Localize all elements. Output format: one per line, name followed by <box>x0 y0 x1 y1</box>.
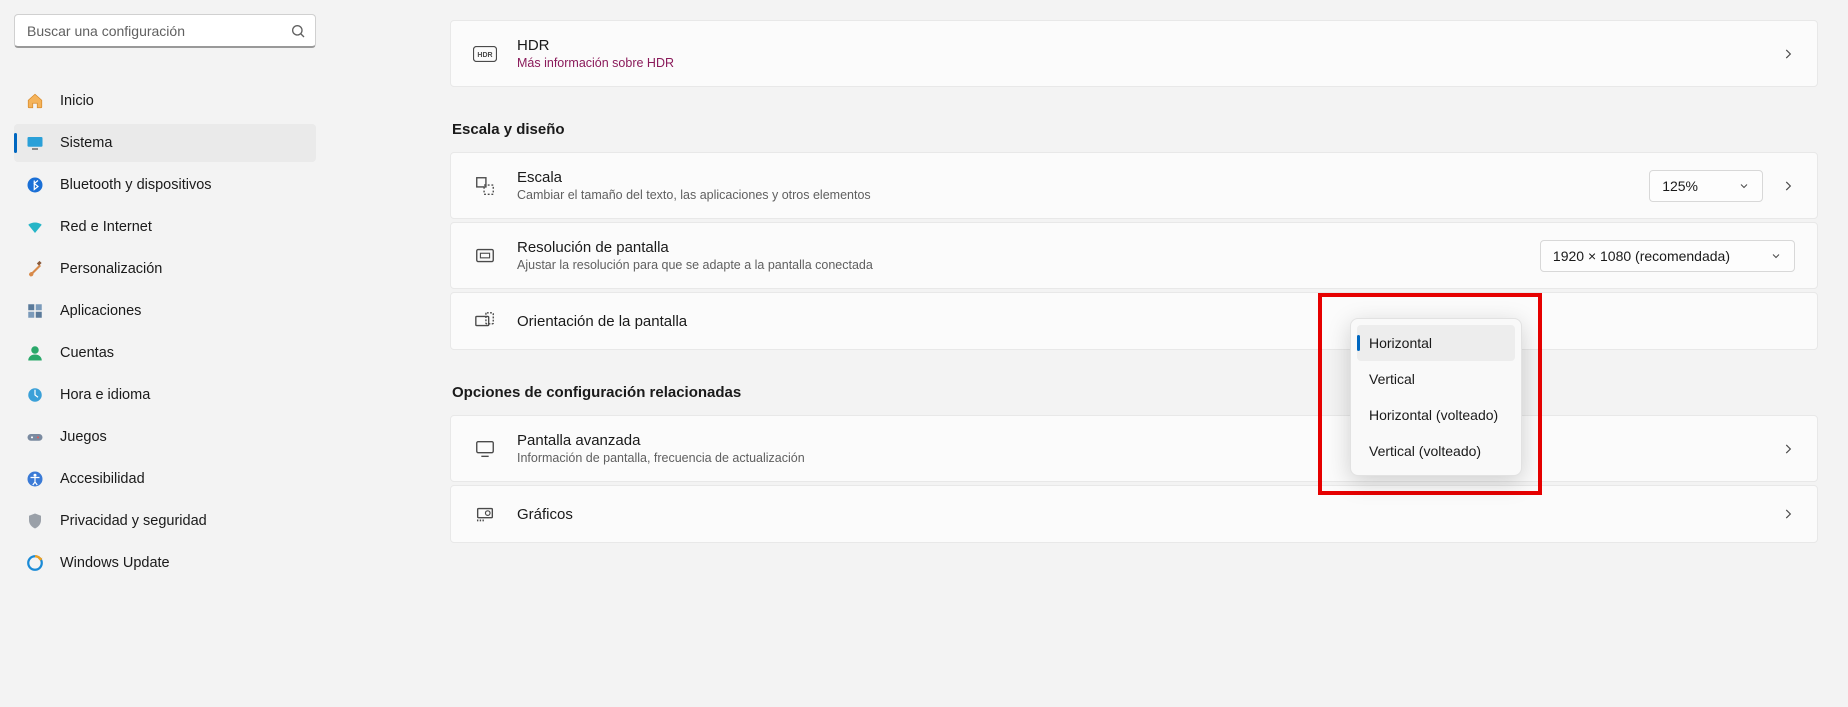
nav-label: Hora e idioma <box>60 387 150 403</box>
scale-icon <box>473 174 497 198</box>
nav-accesibilidad[interactable]: Accesibilidad <box>14 460 316 498</box>
sidebar: Inicio Sistema Bluetooth y dispositivos … <box>0 0 330 707</box>
chevron-right-icon <box>1781 179 1795 193</box>
chevron-down-icon <box>1738 180 1750 192</box>
row-title: Escala <box>517 169 1649 186</box>
nav-bluetooth[interactable]: Bluetooth y dispositivos <box>14 166 316 204</box>
resolution-select[interactable]: 1920 × 1080 (recomendada) <box>1540 240 1795 272</box>
row-title: Orientación de la pantalla <box>517 313 1795 330</box>
search-icon <box>290 23 306 39</box>
nav-label: Privacidad y seguridad <box>60 513 207 529</box>
row-title: Gráficos <box>517 506 1781 523</box>
nav-label: Juegos <box>60 429 107 445</box>
nav-personalizacion[interactable]: Personalización <box>14 250 316 288</box>
row-sub: Cambiar el tamaño del texto, las aplicac… <box>517 188 1649 202</box>
row-graphics[interactable]: Gráficos <box>450 485 1818 543</box>
chevron-right-icon <box>1781 47 1795 61</box>
scale-select[interactable]: 125% <box>1649 170 1763 202</box>
nav-hora[interactable]: Hora e idioma <box>14 376 316 414</box>
row-resolution[interactable]: Resolución de pantalla Ajustar la resolu… <box>450 222 1818 289</box>
nav-label: Aplicaciones <box>60 303 141 319</box>
nav-label: Personalización <box>60 261 162 277</box>
nav-label: Bluetooth y dispositivos <box>60 177 212 193</box>
nav-juegos[interactable]: Juegos <box>14 418 316 456</box>
brush-icon <box>26 260 44 278</box>
nav-label: Red e Internet <box>60 219 152 235</box>
row-scale[interactable]: Escala Cambiar el tamaño del texto, las … <box>450 152 1818 219</box>
apps-icon <box>26 302 44 320</box>
chevron-right-icon <box>1781 507 1795 521</box>
system-icon <box>26 134 44 152</box>
orientation-dropdown[interactable]: HorizontalVerticalHorizontal (volteado)V… <box>1350 318 1522 476</box>
resolution-icon <box>473 244 497 268</box>
row-advanced-display[interactable]: Pantalla avanzada Información de pantall… <box>450 415 1818 482</box>
orientation-option[interactable]: Vertical <box>1357 361 1515 397</box>
group-escala: Escala Cambiar el tamaño del texto, las … <box>450 152 1818 350</box>
nav-cuentas[interactable]: Cuentas <box>14 334 316 372</box>
section-related: Opciones de configuración relacionadas <box>452 384 1818 401</box>
nav-label: Sistema <box>60 135 112 151</box>
nav-sistema[interactable]: Sistema <box>14 124 316 162</box>
nav-inicio[interactable]: Inicio <box>14 82 316 120</box>
shield-icon <box>26 512 44 530</box>
gpu-icon <box>473 502 497 526</box>
wifi-icon <box>26 218 44 236</box>
nav-label: Accesibilidad <box>60 471 145 487</box>
bluetooth-icon <box>26 176 44 194</box>
row-sub: Ajustar la resolución para que se adapte… <box>517 258 1540 272</box>
row-orientation[interactable]: Orientación de la pantalla <box>450 292 1818 350</box>
section-escala: Escala y diseño <box>452 121 1818 138</box>
nav-list: Inicio Sistema Bluetooth y dispositivos … <box>14 82 316 582</box>
nav-label: Windows Update <box>60 555 170 571</box>
svg-text:HDR: HDR <box>477 52 492 59</box>
search-input[interactable] <box>14 14 316 48</box>
nav-privacidad[interactable]: Privacidad y seguridad <box>14 502 316 540</box>
nav-label: Inicio <box>60 93 94 109</box>
select-value: 125% <box>1662 178 1698 194</box>
gamepad-icon <box>26 428 44 446</box>
search-box[interactable] <box>14 14 316 48</box>
row-title: Resolución de pantalla <box>517 239 1540 256</box>
person-icon <box>26 344 44 362</box>
select-value: 1920 × 1080 (recomendada) <box>1553 248 1730 264</box>
nav-label: Cuentas <box>60 345 114 361</box>
chevron-right-icon <box>1781 442 1795 456</box>
clock-globe-icon <box>26 386 44 404</box>
row-hdr[interactable]: HDR HDR Más información sobre HDR <box>450 20 1818 87</box>
hdr-icon: HDR <box>473 42 497 66</box>
row-sub: Información de pantalla, frecuencia de a… <box>517 451 1781 465</box>
orientation-option[interactable]: Vertical (volteado) <box>1357 433 1515 469</box>
nav-windows-update[interactable]: Windows Update <box>14 544 316 582</box>
chevron-down-icon <box>1770 250 1782 262</box>
row-title: Pantalla avanzada <box>517 432 1781 449</box>
accessibility-icon <box>26 470 44 488</box>
orientation-icon <box>473 309 497 333</box>
main-content: HDR HDR Más información sobre HDR Escala… <box>330 0 1848 707</box>
home-icon <box>26 92 44 110</box>
nav-red[interactable]: Red e Internet <box>14 208 316 246</box>
group-related: Pantalla avanzada Información de pantall… <box>450 415 1818 543</box>
orientation-option[interactable]: Horizontal <box>1357 325 1515 361</box>
row-title: HDR <box>517 37 1781 54</box>
row-sublink[interactable]: Más información sobre HDR <box>517 56 1781 70</box>
monitor-icon <box>473 437 497 461</box>
nav-aplicaciones[interactable]: Aplicaciones <box>14 292 316 330</box>
update-icon <box>26 554 44 572</box>
orientation-option[interactable]: Horizontal (volteado) <box>1357 397 1515 433</box>
